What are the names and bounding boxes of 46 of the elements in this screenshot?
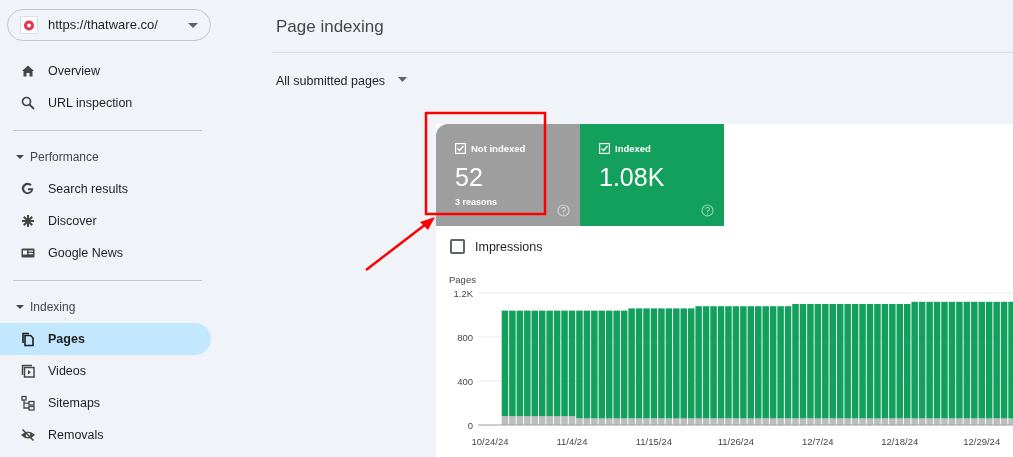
axis-tick-label: 1.2K <box>453 287 473 299</box>
axis-tick-label: 11/15/24 <box>635 436 673 448</box>
sidebar-item[interactable]: Removals <box>0 419 211 451</box>
crossed-eye-icon <box>20 427 36 443</box>
site-favicon-icon <box>20 16 38 34</box>
impressions-label: Impressions <box>475 238 543 256</box>
asterisk-icon <box>20 213 36 229</box>
home-icon <box>20 63 36 79</box>
sidebar-item[interactable]: URL inspection <box>0 87 211 119</box>
help-icon[interactable] <box>701 203 714 217</box>
impressions-checkbox[interactable] <box>450 239 465 255</box>
axis-title: Pages <box>449 274 476 286</box>
annotation-arrow <box>365 217 435 271</box>
letter-g-icon <box>20 181 36 197</box>
sidebar-item[interactable]: Google News <box>0 237 211 269</box>
site-selector[interactable]: https://thatware.co/ <box>7 9 211 41</box>
filter-dropdown[interactable]: All submitted pages <box>276 71 408 88</box>
sidebar-item[interactable]: Videos <box>0 355 211 387</box>
axis-tick-label: 11/4/24 <box>556 436 588 448</box>
sidebar-item[interactable]: Pages <box>0 323 211 355</box>
axis-tick-label: 12/7/24 <box>801 436 834 448</box>
sidebar-item[interactable]: Search results <box>0 173 211 205</box>
caret-icon <box>16 153 24 161</box>
checkbox-icon <box>455 143 466 155</box>
sidebar-item[interactable]: Discover <box>0 205 211 237</box>
checkbox-icon <box>599 143 610 155</box>
caret-icon <box>16 303 24 311</box>
help-icon[interactable] <box>557 203 570 217</box>
video-pages-icon <box>20 363 36 379</box>
sidebar-section-header[interactable]: Indexing <box>0 291 220 323</box>
axis-tick-label: 400 <box>457 375 473 387</box>
axis-tick-label: 12/29/24 <box>963 436 1001 448</box>
axis-tick-label: 12/18/24 <box>881 436 919 448</box>
pages-icon <box>20 331 36 347</box>
dropdown-caret-icon <box>188 22 198 28</box>
axis-tick-label: 11/26/24 <box>717 436 754 448</box>
axis-tick-label: 10/24/24 <box>471 436 509 448</box>
axis-tick-label: 0 <box>467 419 473 431</box>
sidebar-item[interactable]: Overview <box>0 55 211 87</box>
caret-icon <box>398 76 408 82</box>
sidebar-item[interactable]: Sitemaps <box>0 387 211 419</box>
sidebar-section-header[interactable]: Performance <box>0 141 220 173</box>
axis-tick-label: 800 <box>457 331 473 343</box>
search-icon <box>20 95 36 111</box>
sitemap-icon <box>20 395 36 411</box>
page-title: Page indexing <box>275 16 385 38</box>
